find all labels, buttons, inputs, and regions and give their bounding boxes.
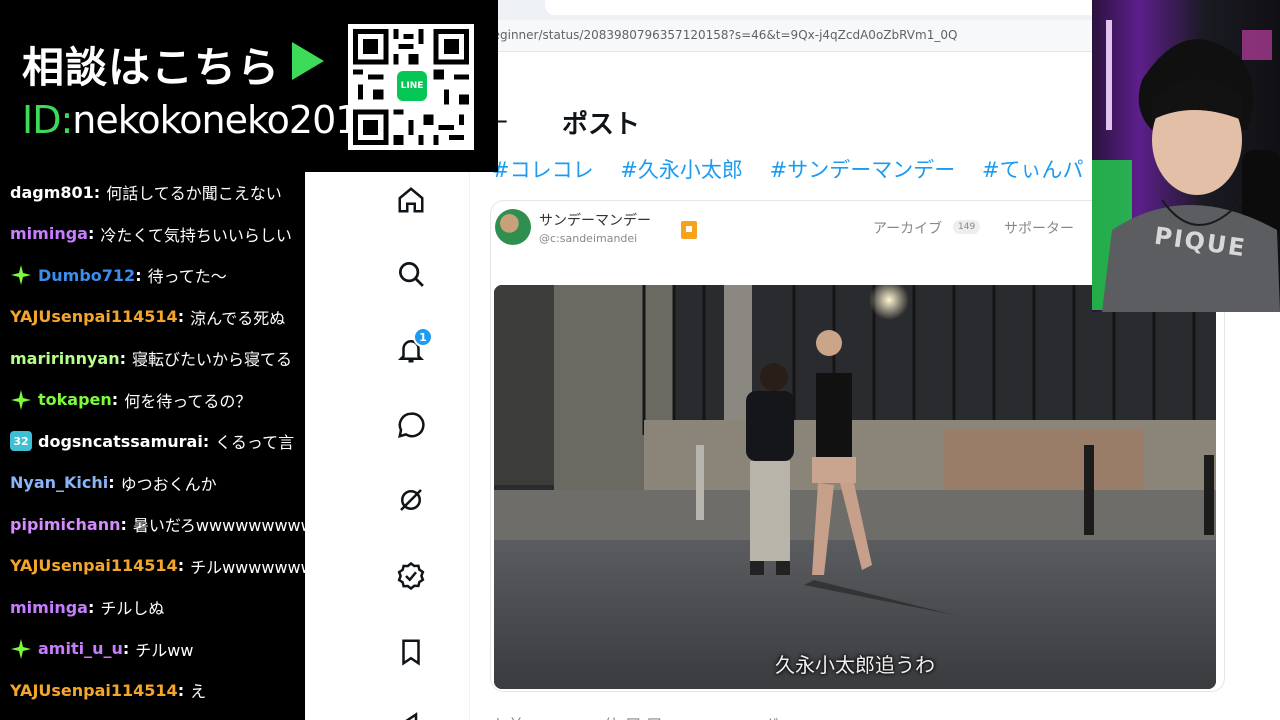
chat-text: 何話してるか聞こえない [106, 184, 282, 203]
bookmark-icon[interactable] [681, 221, 697, 239]
url-text[interactable]: beginner/status/2083980796357120158?s=46… [485, 28, 957, 42]
chat-username[interactable]: dagm801 [10, 183, 94, 202]
channel-avatar[interactable] [495, 209, 531, 245]
bookmarks-icon[interactable] [393, 634, 429, 670]
sparkle-badge-icon [10, 389, 32, 411]
messages-icon[interactable] [393, 407, 429, 443]
chat-username[interactable]: amiti_u_u [38, 639, 123, 658]
chat-separator: : [202, 431, 210, 451]
chat-separator: : [119, 348, 127, 368]
streamer-webcam-image [1092, 20, 1280, 312]
chat-username[interactable]: YAJUsenpai114514 [10, 307, 178, 326]
active-tab[interactable] [545, 0, 1105, 15]
chat-message: YAJUsenpai114514: 涼んでる死ぬ [10, 302, 285, 332]
promo-id-prefix: ID: [22, 98, 73, 142]
chat-message: dagm801: 何話してるか聞こえない [10, 177, 282, 207]
chat-message: Dumbo712: 待ってた〜 [10, 260, 227, 290]
promo-title: 相談はこちら [22, 43, 281, 92]
chat-message: YAJUsenpai114514: チルwwwwwww [10, 551, 305, 581]
explore-icon[interactable] [393, 256, 429, 292]
chat-separator: : [122, 639, 130, 658]
chat-message: YAJUsenpai114514: え [10, 675, 206, 705]
webcam-overlay: PIQUE [1092, 0, 1280, 312]
channel-handle: @c:sandeimandei [539, 232, 638, 245]
chat-message: maririnnyan: 寝転びたいから寝てる [10, 343, 292, 373]
chat-text: 冷たくて気持ちいいらしい [100, 225, 292, 245]
chat-separator: : [177, 556, 185, 575]
chat-message: tokapen: 何を待ってるの？ [10, 385, 251, 415]
chat-separator: : [177, 680, 185, 700]
chat-text: チルしぬ [100, 599, 165, 618]
grok-icon[interactable] [393, 482, 429, 518]
post-footer-text: お前 仲 居 届 エ ーボ [492, 712, 779, 720]
sparkle-badge-icon [10, 638, 32, 660]
promo-id-value: nekokoneko2018 [72, 98, 382, 142]
chat-separator: : [93, 182, 101, 202]
chat-username[interactable]: miminga [10, 598, 88, 617]
stream-chat: dagm801: 何話してるか聞こえない miminga: 冷たくて気持ちいいらしい D… [0, 172, 305, 720]
chat-text: 待ってた〜 [147, 267, 227, 286]
chat-username[interactable]: maririnnyan [10, 349, 120, 368]
chat-text: くるって言 [215, 433, 295, 452]
chat-separator: : [87, 597, 95, 617]
channel-name[interactable]: サンデーマンデー [539, 210, 651, 230]
promo-banner: 相談はこちら ID:nekokoneko2018 LINE [0, 0, 498, 172]
hashtag-link[interactable]: #サンデーマンデー [770, 158, 956, 182]
promo-line-id: ID:nekokoneko2018 [22, 98, 383, 142]
play-arrow-icon [292, 42, 324, 80]
chat-username[interactable]: YAJUsenpai114514 [10, 681, 178, 700]
chat-separator: : [108, 473, 115, 492]
chat-separator: : [135, 265, 142, 285]
chat-text: え [190, 682, 207, 701]
hashtag-link[interactable]: #てぃんパ [982, 158, 1084, 182]
chat-text: ゆつおくんか [120, 474, 217, 494]
chat-username[interactable]: YAJUsenpai114514 [10, 556, 178, 575]
chat-message: Nyan_Kichi: ゆつおくんか [10, 468, 217, 498]
chat-username[interactable]: Dumbo712 [38, 266, 135, 285]
video-player[interactable]: 久永小太郎追うわ [494, 285, 1216, 689]
chat-message: 32 dogsncatssamurai: くるって言 [10, 426, 294, 456]
line-logo-icon: LINE [394, 68, 430, 104]
chat-text: 何を待ってるの？ [124, 391, 252, 411]
chat-username[interactable]: miminga [10, 224, 88, 243]
chat-separator: : [111, 390, 119, 409]
archive-count: 149 [953, 220, 981, 234]
chat-username[interactable]: Nyan_Kichi [10, 473, 108, 492]
chat-message: pipimichann: 暑いだろwwwwwwwwww [10, 509, 305, 539]
hashtag-link[interactable]: #久永小太郎 [620, 158, 743, 182]
video-caption: 久永小太郎追うわ [775, 653, 935, 677]
chat-text: 涼んでる死ぬ [190, 308, 286, 328]
sparkle-badge-icon [10, 264, 32, 286]
archive-tab[interactable]: アーカイブ [873, 218, 942, 238]
chat-username[interactable]: pipimichann [10, 515, 120, 534]
supporter-tab[interactable]: サポーター [1004, 218, 1074, 238]
chat-separator: : [120, 514, 127, 534]
chat-text: 寝転びたいから寝てる [132, 350, 293, 369]
home-icon[interactable] [393, 182, 429, 218]
chat-message: amiti_u_u: チルww [10, 634, 193, 664]
page-title: ポスト [562, 110, 641, 140]
video-frame [494, 285, 1216, 689]
chat-separator: : [87, 224, 95, 243]
more-nav-icon[interactable] [393, 704, 429, 720]
chat-text: チルwwwwwww [190, 557, 305, 577]
chat-username[interactable]: dogsncatssamurai [38, 432, 203, 451]
chat-message: miminga: 冷たくて気持ちいいらしい [10, 219, 292, 249]
notification-badge: 1 [413, 327, 433, 347]
chat-text: チルww [135, 640, 194, 660]
subscriber-badge-icon: 32 [10, 431, 32, 451]
hashtag-link[interactable]: #コレコレ [492, 158, 594, 182]
verified-icon[interactable] [393, 558, 429, 594]
chat-separator: : [177, 307, 185, 326]
hashtag-row: #コレコレ #久永小太郎 #サンデーマンデー #てぃんパ [492, 154, 1104, 184]
chat-text: 暑いだろwwwwwwwwww [132, 516, 305, 535]
chat-username[interactable]: tokapen [38, 390, 112, 409]
chat-message: miminga: チルしぬ [10, 592, 164, 622]
